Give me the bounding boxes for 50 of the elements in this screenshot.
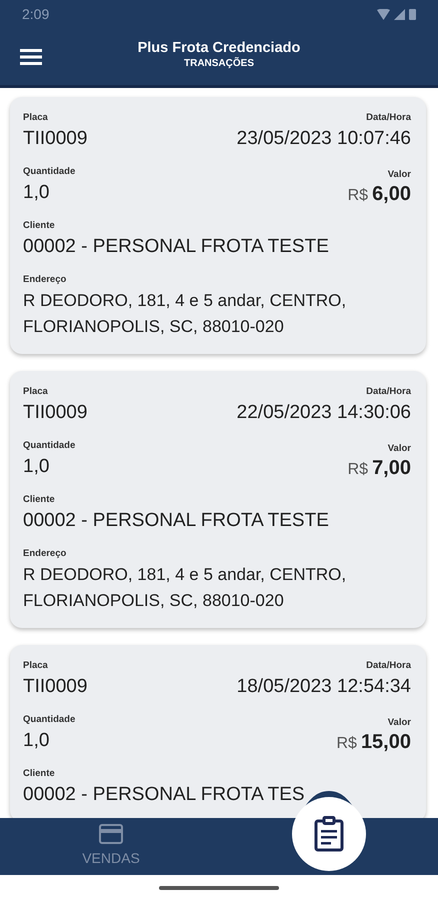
transaction-card[interactable]: Placa TII0009 Data/Hora 22/05/2023 14:30:06 Quantidade 1,0 Valor R$ 7,00 Cliente 00002 - PERSONAL FROTA TESTE Endereço R DEODORO, 181, 4 e 5 andar, CENTRO, FLORIANOPOLIS, SC, 88010-020 xyxy=(10,371,426,628)
field-value: TII0009 xyxy=(23,401,88,425)
field-label: Valor xyxy=(388,717,411,728)
amount-value: 6,00 xyxy=(372,183,411,206)
home-indicator[interactable] xyxy=(159,886,279,890)
field-value: 00002 - PERSONAL FROTA TESTE xyxy=(23,509,329,533)
address-text: R DEODORO, 181, 4 e 5 andar, CENTRO, FLORIANOPOLIS, SC, 88010-020 xyxy=(23,564,348,612)
field-value: 22/05/2023 14:30:06 xyxy=(236,401,411,425)
clipboard-icon xyxy=(314,816,344,852)
field-label: Data/Hora xyxy=(366,112,411,123)
field-label: Endereço xyxy=(23,548,66,559)
field-label: Cliente xyxy=(23,494,55,505)
field-value: 18/05/2023 12:54:34 xyxy=(236,675,411,699)
field-label: Quantidade xyxy=(23,440,76,451)
wifi-icon xyxy=(377,8,390,20)
status-time: 2:09 xyxy=(22,6,50,22)
card-icon xyxy=(99,824,123,844)
menu-button[interactable] xyxy=(20,48,44,66)
field-label: Placa xyxy=(23,660,48,671)
field-label: Quantidade xyxy=(23,166,76,177)
field-value: TII0009 xyxy=(23,675,88,699)
currency-symbol: R$ xyxy=(336,735,357,753)
field-value: 00002 - PERSONAL FROTA TESTE xyxy=(23,235,329,259)
transaction-card[interactable]: Placa TII0009 Data/Hora 18/05/2023 12:54:34 Quantidade 1,0 Valor R$ 15,00 Cliente 00002 - PERSONAL FROTA TES xyxy=(10,645,426,818)
field-label: Data/Hora xyxy=(366,660,411,671)
battery-icon xyxy=(409,8,416,20)
signal-icon xyxy=(394,8,405,20)
amount-value: 15,00 xyxy=(360,731,411,754)
transaction-card[interactable]: Placa TII0009 Data/Hora 23/05/2023 10:07:46 Quantidade 1,0 Valor R$ 6,00 Cliente 00002 - PERSONAL FROTA TESTE Endereço R DEODORO, 181, 4 e 5 andar, CENTRO, FLORIANOPOLIS, SC, 88010-020 xyxy=(10,97,426,354)
currency-symbol: R$ xyxy=(348,461,368,479)
field-label: Placa xyxy=(23,112,48,123)
amount-value: 7,00 xyxy=(372,457,411,480)
field-value: 23/05/2023 10:07:46 xyxy=(236,127,411,151)
field-label: Cliente xyxy=(23,768,55,779)
field-value: TII0009 xyxy=(23,127,88,151)
address-text: R DEODORO, 181, 4 e 5 andar, CENTRO, FLORIANOPOLIS, SC, 88010-020 xyxy=(23,290,348,338)
currency-symbol: R$ xyxy=(348,187,368,205)
field-value: 1,0 xyxy=(23,181,50,205)
field-label: Quantidade xyxy=(23,714,76,725)
field-label: Endereço xyxy=(23,274,66,285)
field-label: Cliente xyxy=(23,220,55,231)
app-title: Plus Frota Credenciado xyxy=(138,40,300,56)
field-label: Valor xyxy=(388,169,411,180)
field-value: 00002 - PERSONAL FROTA TES xyxy=(23,783,305,807)
field-label: Data/Hora xyxy=(366,386,411,397)
field-label: Placa xyxy=(23,386,48,397)
field-label: Valor xyxy=(388,443,411,454)
screen-title: TRANSAÇÕES xyxy=(184,58,254,69)
field-value: 1,0 xyxy=(23,455,50,479)
field-value: 1,0 xyxy=(23,729,50,753)
